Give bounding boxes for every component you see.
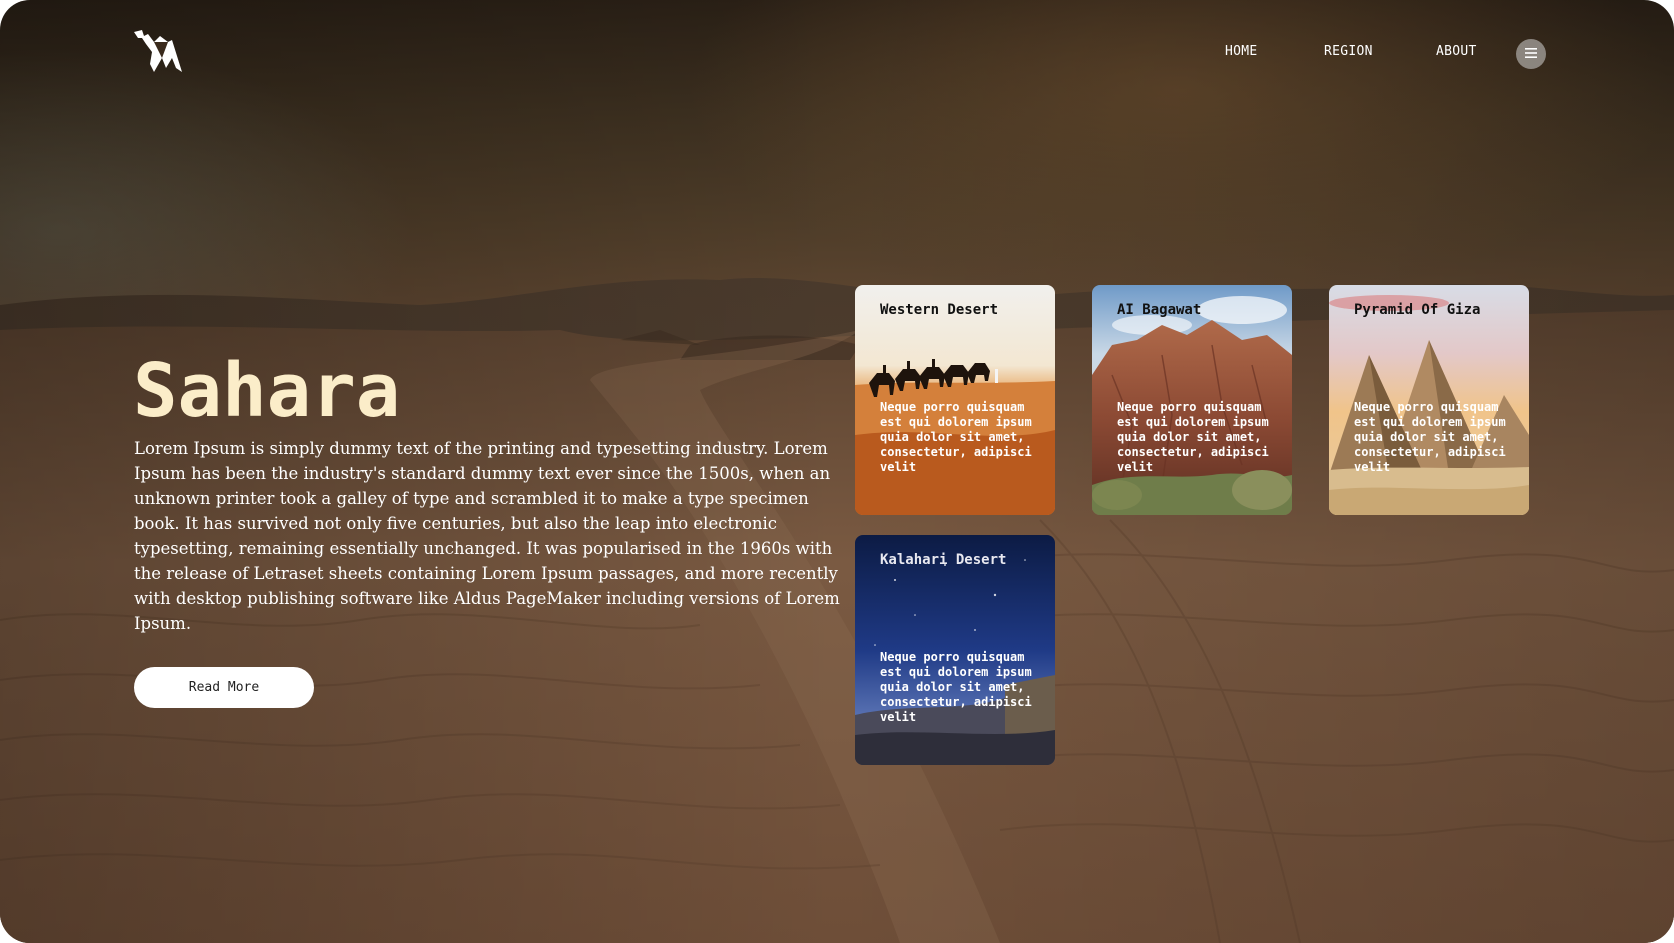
card-title: Kalahari Desert xyxy=(880,552,1007,568)
site-header: HOME REGION ABOUT xyxy=(0,0,1674,110)
nav-region-link[interactable]: REGION xyxy=(1324,44,1373,59)
hamburger-menu-icon xyxy=(1525,45,1537,63)
read-more-button[interactable]: Read More xyxy=(134,667,314,708)
camel-origami-icon[interactable] xyxy=(132,28,184,76)
menu-button[interactable] xyxy=(1516,39,1546,69)
page-frame: HOME REGION ABOUT Sahara Lorem Ipsum is … xyxy=(0,0,1674,943)
card-title: AI Bagawat xyxy=(1117,302,1202,318)
card-description: Neque porro quisquam est qui dolorem ips… xyxy=(880,400,1032,474)
nav-home-link[interactable]: HOME xyxy=(1225,44,1258,59)
hero-description: Lorem Ipsum is simply dummy text of the … xyxy=(134,439,840,633)
card-title: Western Desert xyxy=(880,302,999,318)
card-pyramid-of-giza[interactable]: Pyramid Of Giza Neque porro quisquam est… xyxy=(1329,285,1529,515)
hero-title: Sahara xyxy=(133,348,401,434)
card-description: Neque porro quisquam est qui dolorem ips… xyxy=(1117,400,1269,474)
card-kalahari-desert[interactable]: Kalahari Desert Neque porro quisquam est… xyxy=(855,535,1055,765)
nav-about-link[interactable]: ABOUT xyxy=(1436,44,1477,59)
card-ai-bagawat[interactable]: AI Bagawat Neque porro quisquam est qui … xyxy=(1092,285,1292,515)
card-title: Pyramid Of Giza xyxy=(1354,302,1481,318)
card-description: Neque porro quisquam est qui dolorem ips… xyxy=(880,650,1032,724)
card-description: Neque porro quisquam est qui dolorem ips… xyxy=(1354,400,1506,474)
card-western-desert[interactable]: Western Desert Neque porro quisquam est … xyxy=(855,285,1055,515)
